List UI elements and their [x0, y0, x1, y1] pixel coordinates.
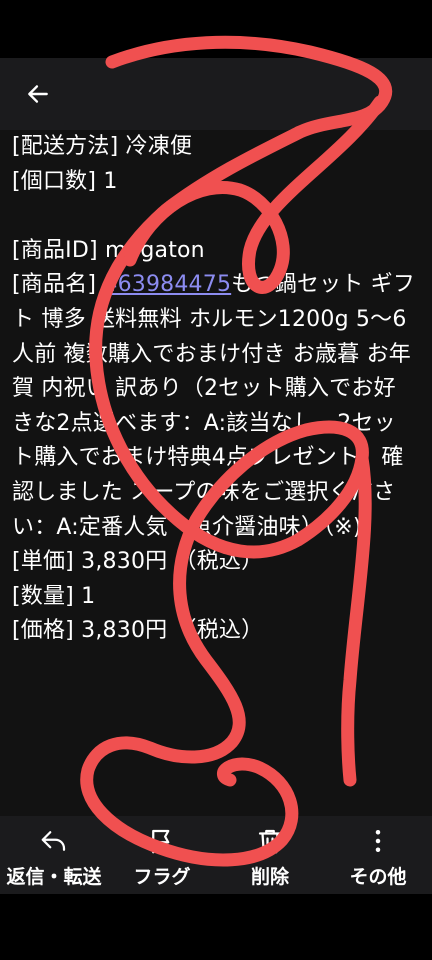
bottom-toolbar: 返信・転送 フラグ 削除 その他 — [0, 816, 432, 894]
reply-icon — [41, 831, 66, 851]
parcel-count: [個口数] 1 — [12, 168, 118, 194]
message-body: [配送方法] 冷凍便 [個口数] 1 [商品ID] megaton [商品名] … — [0, 130, 432, 816]
total-price: [価格] 3,830円 （税込） — [12, 618, 264, 644]
product-name: [商品名] 463984475もつ鍋セット ギフト 博多 送料無料 ホルモン12… — [12, 268, 416, 545]
quantity: [数量] 1 — [12, 583, 96, 609]
arrow-left-icon — [28, 85, 48, 103]
product-name-label: [商品名] — [12, 272, 104, 298]
flag-button[interactable]: フラグ — [108, 816, 216, 894]
app-bar — [0, 58, 432, 130]
reply-forward-button[interactable]: 返信・転送 — [0, 816, 108, 894]
product-id: [商品ID] megaton — [12, 237, 205, 263]
reply-forward-label: 返信・転送 — [6, 866, 102, 888]
flag-label: フラグ — [133, 866, 191, 888]
status-bar — [0, 0, 432, 58]
delete-label: 削除 — [250, 866, 289, 888]
more-vertical-icon — [375, 830, 381, 852]
order-details: [配送方法] 冷凍便 [個口数] 1 [商品ID] megaton [商品名] … — [12, 130, 416, 649]
more-button[interactable]: その他 — [324, 816, 432, 894]
trash-icon — [258, 829, 282, 854]
product-link[interactable]: 463984475 — [103, 272, 231, 297]
more-label: その他 — [349, 866, 407, 888]
navigation-bar — [0, 894, 432, 960]
product-name-text: もつ鍋セット ギフト 博多 送料無料 ホルモン1200g 5〜6人前 複数購入で… — [12, 272, 416, 540]
delete-button[interactable]: 削除 — [216, 816, 324, 894]
flag-icon — [152, 829, 170, 854]
unit-price: [単価] 3,830円 （税込） — [12, 549, 264, 575]
delivery-method: [配送方法] 冷凍便 — [12, 134, 193, 159]
back-button[interactable] — [14, 70, 62, 118]
